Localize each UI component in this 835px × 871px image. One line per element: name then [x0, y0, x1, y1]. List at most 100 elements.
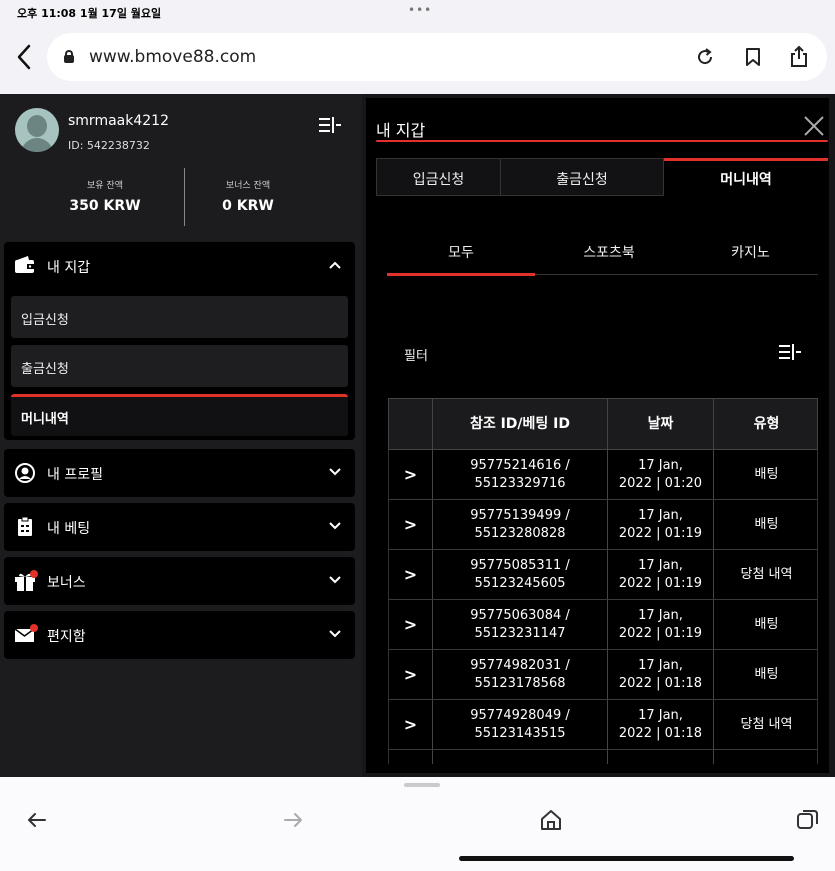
subtab-sportsbook[interactable]: 스포츠북	[535, 234, 683, 278]
table-row[interactable]: > 95774928049 / 55123143515 17 Jan, 2022 |…	[388, 700, 818, 750]
ref-cell: 95775214616 / 55123329716	[432, 450, 607, 499]
ref-cell: 95774928049 / 55123143515	[432, 700, 607, 749]
chevron-right-icon[interactable]: >	[389, 600, 432, 649]
wallet-section-header[interactable]: 내 지갑	[4, 242, 355, 290]
bonus-section[interactable]: 보너스	[4, 557, 355, 605]
time: 2022 | 01:18	[618, 675, 703, 691]
filter-icon[interactable]	[778, 343, 802, 363]
header-ref-id: 참조 ID/베팅 ID	[432, 399, 607, 449]
home-icon[interactable]	[538, 807, 564, 833]
chevron-right-icon[interactable]: >	[389, 650, 432, 699]
chevron-right-icon[interactable]: >	[389, 450, 432, 499]
chevron-down-icon	[327, 464, 343, 480]
share-icon[interactable]	[787, 45, 811, 69]
arrow-right-icon[interactable]	[280, 807, 306, 833]
user-id: ID: 542238732	[68, 139, 150, 152]
date-cell: 17 Jan, 2022 | 01:19	[607, 600, 713, 649]
date: 17 Jan,	[638, 607, 683, 623]
ref-cell: 95775139499 / 55123280828	[432, 500, 607, 549]
type-cell: 배팅	[713, 450, 819, 499]
tab-withdraw[interactable]: 출금신청	[500, 158, 664, 196]
bets-section[interactable]: 내 베팅	[4, 503, 355, 551]
chevron-right-icon[interactable]: >	[389, 550, 432, 599]
table-header: 참조 ID/베팅 ID 날짜 유형	[388, 398, 818, 450]
user-circle-icon	[14, 462, 36, 483]
table-row[interactable]: > 95775214616 / 55123329716 17 Jan, 2022 |…	[388, 450, 818, 500]
multitasking-dots[interactable]: •••	[408, 3, 432, 17]
avatar[interactable]	[15, 108, 59, 152]
bets-label: 내 베팅	[47, 521, 91, 537]
ref-id: 95775214616 /	[470, 457, 570, 473]
subtab-casino[interactable]: 카지노	[683, 234, 818, 278]
date: 17 Jan,	[638, 557, 683, 573]
inbox-section[interactable]: 편지함	[4, 611, 355, 659]
back-chevron-icon[interactable]	[12, 40, 38, 74]
status-time: 오후 11:08 1월 17일 월요일	[17, 7, 162, 20]
bonus-menu-label: 보너스	[47, 575, 86, 591]
bet-id: 55123143515	[474, 725, 566, 741]
sheet-grabber[interactable]	[404, 783, 440, 787]
sidebar-item-withdraw[interactable]: 출금신청	[11, 345, 348, 387]
inbox-label: 편지함	[47, 629, 86, 645]
chevron-down-icon	[327, 626, 343, 642]
subtab-all[interactable]: 모두	[387, 234, 535, 278]
date: 17 Jan,	[638, 507, 683, 523]
table-row[interactable]: > 95775085311 / 55123245605 17 Jan, 2022 |…	[388, 550, 818, 600]
tab-deposit[interactable]: 입금신청	[376, 158, 501, 196]
time: 2022 | 01:20	[618, 475, 703, 491]
bonus-value: 0 KRW	[222, 198, 274, 214]
arrow-left-icon[interactable]	[24, 807, 50, 833]
header-type: 유형	[713, 399, 819, 449]
date-cell: 17 Jan, 2022 | 01:18	[607, 700, 713, 749]
chevron-right-icon[interactable]: >	[389, 700, 432, 749]
header-date: 날짜	[607, 399, 713, 449]
home-indicator	[459, 856, 794, 861]
sidebar-item-money-history[interactable]: 머니내역	[11, 394, 348, 436]
ref-id: 95774982031 /	[470, 657, 570, 673]
ref-id: 95775085311 /	[470, 557, 570, 573]
time: 2022 | 01:19	[618, 625, 703, 641]
bet-id: 55123329716	[474, 475, 566, 491]
type-cell: 배팅	[713, 650, 819, 699]
mail-icon	[14, 624, 38, 644]
date-cell: 17 Jan, 2022 | 01:19	[607, 550, 713, 599]
tab-label: 입금신청	[412, 172, 465, 188]
url-text[interactable]: www.bmove88.com	[89, 47, 256, 67]
bet-id: 55123178568	[474, 675, 566, 691]
wallet-label: 내 지갑	[47, 260, 91, 276]
gift-icon	[14, 570, 38, 591]
browser-bottom-toolbar	[0, 777, 835, 871]
chevron-down-icon	[327, 518, 343, 534]
menu-collapse-icon[interactable]	[318, 116, 342, 136]
chevron-down-icon	[327, 572, 343, 588]
sidebar-item-label: 출금신청	[21, 362, 69, 377]
chevron-right-icon[interactable]: >	[389, 500, 432, 549]
address-bar[interactable]: www.bmove88.com	[47, 33, 827, 81]
date-cell: 17 Jan, 2022 | 01:18	[607, 650, 713, 699]
bookmark-icon[interactable]	[741, 45, 765, 69]
ref-cell: 95774982031 / 55123178568	[432, 650, 607, 699]
table-row[interactable]: > 95775063084 / 55123231147 17 Jan, 2022 |…	[388, 600, 818, 650]
chevron-up-icon	[327, 257, 343, 273]
reload-icon[interactable]	[693, 45, 717, 69]
date-cell: 17 Jan, 2022 | 01:19	[607, 500, 713, 549]
tab-label: 출금신청	[556, 172, 608, 188]
close-icon[interactable]	[803, 115, 825, 137]
account-sidebar: smrmaak4212 ID: 542238732 보유 잔액 350 KRW …	[0, 94, 362, 777]
tabs-icon[interactable]	[795, 807, 821, 833]
wallet-section: 내 지갑 입금신청 출금신청 머니내역	[4, 242, 355, 440]
subtab-active-indicator	[387, 273, 535, 276]
tab-money-history[interactable]: 머니내역	[664, 158, 828, 196]
table-row[interactable]: > 95775139499 / 55123280828 17 Jan, 2022 |…	[388, 500, 818, 550]
lock-icon	[64, 50, 74, 63]
sidebar-item-deposit[interactable]: 입금신청	[11, 296, 348, 338]
profile-section[interactable]: 내 프로필	[4, 449, 355, 497]
ref-cell: 95775063084 / 55123231147	[432, 600, 607, 649]
table-row[interactable]: > 95774982031 / 55123178568 17 Jan, 2022 |…	[388, 650, 818, 700]
date: 17 Jan,	[638, 707, 683, 723]
status-bar: 오후 11:08 1월 17일 월요일 •••	[0, 0, 835, 24]
balance-value: 350 KRW	[69, 198, 141, 214]
panel-title: 내 지갑	[376, 121, 426, 140]
ref-cell: 95775085311 / 55123245605	[432, 550, 607, 599]
type-cell: 당첨 내역	[713, 700, 819, 749]
